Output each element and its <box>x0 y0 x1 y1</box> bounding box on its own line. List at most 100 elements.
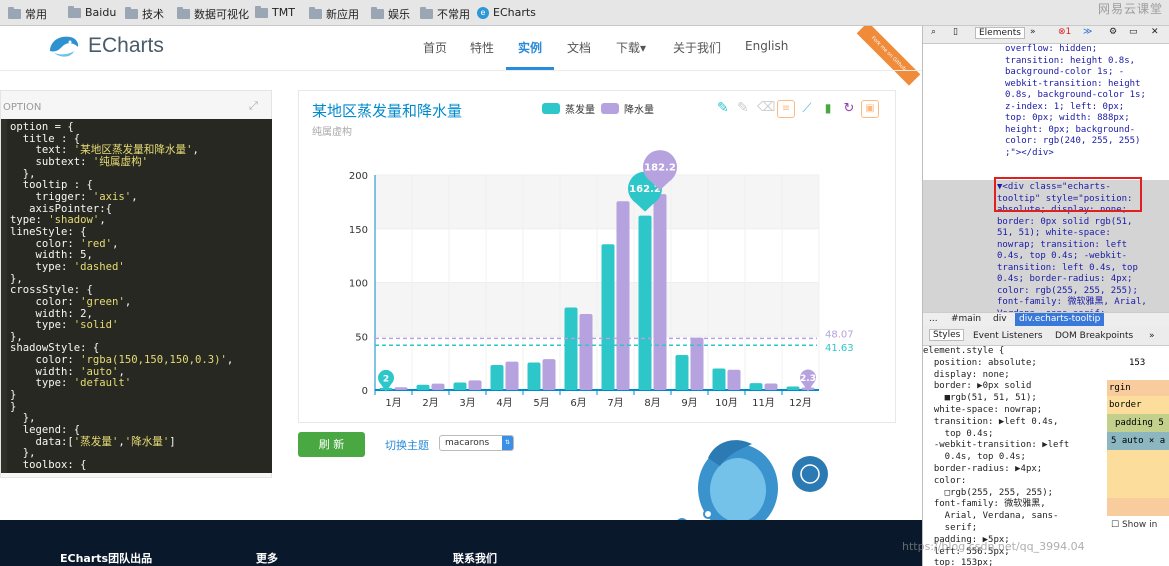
bar-chart-icon[interactable]: ▮ <box>819 100 837 118</box>
echarts-favicon: e <box>477 6 489 19</box>
bar-evaporation[interactable] <box>453 382 467 390</box>
bar-evaporation[interactable] <box>416 384 430 390</box>
bar-evaporation[interactable] <box>564 307 578 390</box>
bar-evaporation[interactable] <box>675 354 689 390</box>
console-drawer-icon[interactable]: ≫ <box>1083 27 1092 37</box>
error-count-badge[interactable]: ⊗1 <box>1058 27 1071 37</box>
nav-item[interactable]: 下载▾ <box>616 39 646 56</box>
bar-evaporation[interactable] <box>601 244 615 390</box>
dock-side-icon[interactable]: ▭ <box>1129 27 1138 37</box>
chart-title: 某地区蒸发量和降水量 <box>312 102 463 120</box>
breadcrumb-item[interactable]: ... <box>929 313 938 326</box>
bar-precipitation[interactable] <box>727 369 741 390</box>
restore-icon[interactable]: ↻ <box>840 100 858 118</box>
legend-item-evaporation[interactable]: 蒸发量 <box>542 101 595 116</box>
mark-point-label[interactable]: 2 <box>383 374 389 384</box>
x-tick-label: 10月 <box>715 397 738 409</box>
theme-select[interactable]: macarons ⇅ <box>439 435 514 451</box>
legend-item-precipitation[interactable]: 降水量 <box>601 101 654 116</box>
x-tick-label: 2月 <box>422 397 438 409</box>
bar-precipitation[interactable] <box>431 383 445 390</box>
bookmark-link[interactable]: e ECharts <box>477 6 536 19</box>
breadcrumb-item[interactable]: div <box>993 313 1007 326</box>
theme-select-value: macarons <box>445 438 490 448</box>
legend-swatch <box>542 103 560 114</box>
mark-clear-icon[interactable]: ⌫ <box>757 100 775 118</box>
nav-item[interactable]: 关于我们 <box>673 39 721 56</box>
dom-tree[interactable]: overflow: hidden; transition: height 0.8… <box>923 44 1169 330</box>
legend-label: 降水量 <box>624 105 654 116</box>
inspect-search-icon[interactable]: ⌕ <box>931 27 936 37</box>
nav-item[interactable]: 首页 <box>423 39 447 56</box>
mark-undo-icon[interactable]: ✎ <box>737 100 754 118</box>
fork-ribbon[interactable]: Fork me on Github <box>856 26 921 86</box>
nav-item[interactable]: 实例 <box>518 39 542 56</box>
bar-evaporation[interactable] <box>490 365 504 390</box>
styles-pane[interactable]: element.style { position: absolute; disp… <box>923 346 1107 566</box>
bar-precipitation[interactable] <box>616 201 630 390</box>
breadcrumb: ... #main div div.echarts-tooltip <box>923 312 1169 326</box>
bookmark-folder[interactable]: 技术 <box>125 6 164 22</box>
theme-label: 切换主题 <box>385 439 429 452</box>
save-image-icon[interactable]: ▣ <box>861 100 879 118</box>
box-model-border: border <box>1107 396 1169 414</box>
bookmark-folder[interactable]: 娱乐 <box>371 6 410 22</box>
logo-text[interactable]: ECharts <box>88 34 164 58</box>
echarts-logo-icon[interactable] <box>48 33 80 59</box>
breadcrumb-selected[interactable]: div.echarts-tooltip <box>1015 313 1105 326</box>
bookmark-folder[interactable]: Baidu <box>68 5 116 19</box>
bar-precipitation[interactable] <box>653 194 667 390</box>
bar-chart[interactable]: 0 50 100 150 200 1月 2月 3月 4月 5月 6月 7月 8月 9月 10月 11月 12月 4… <box>299 91 897 424</box>
bookmark-folder[interactable]: 常用 <box>8 6 47 22</box>
bar-evaporation[interactable] <box>712 368 726 391</box>
bookmark-label: ECharts <box>493 6 536 19</box>
code-text[interactable]: option = { title : { text: '某地区蒸发量和降水量',… <box>10 121 233 472</box>
close-icon[interactable]: ✕ <box>1151 27 1159 37</box>
more-tabs-button[interactable]: » <box>1149 331 1155 341</box>
tab-styles[interactable]: Styles <box>929 329 965 341</box>
more-tabs-button[interactable]: » <box>1030 27 1036 37</box>
folder-icon <box>255 5 268 18</box>
bar-evaporation[interactable] <box>786 386 800 390</box>
nav-item[interactable]: 文档 <box>567 39 591 56</box>
bar-precipitation[interactable] <box>468 380 482 390</box>
device-mode-icon[interactable]: ▯ <box>953 27 958 37</box>
bookmark-folder[interactable]: TMT <box>255 5 295 19</box>
tab-dom-breakpoints[interactable]: DOM Breakpoints <box>1055 331 1133 341</box>
nav-item[interactable]: English <box>745 39 788 53</box>
bookmark-folder[interactable]: 新应用 <box>309 6 359 22</box>
nav-item[interactable]: 特性 <box>470 39 494 56</box>
x-tick-label: 11月 <box>752 397 775 409</box>
breadcrumb-item[interactable]: #main <box>951 313 981 326</box>
gear-icon[interactable]: ⚙ <box>1109 27 1117 37</box>
bar-evaporation[interactable] <box>749 383 763 390</box>
expand-icon[interactable]: ⤢ <box>249 99 258 113</box>
data-view-icon[interactable]: ≡ <box>777 100 795 118</box>
bar-precipitation[interactable] <box>394 387 408 390</box>
code-editor[interactable]: option = { title : { text: '某地区蒸发量和降水量',… <box>1 119 272 473</box>
mark-point-label[interactable]: 182.2 <box>644 163 676 174</box>
highlight-box <box>994 177 1142 212</box>
bookmark-folder[interactable]: 不常用 <box>420 6 470 22</box>
tab-event-listeners[interactable]: Event Listeners <box>973 331 1043 341</box>
mark-point-label[interactable]: 2.3 <box>800 374 816 384</box>
refresh-button[interactable]: 刷 新 <box>298 432 365 457</box>
bar-precipitation[interactable] <box>505 361 519 390</box>
bar-evaporation[interactable] <box>527 362 541 390</box>
bookmarks-bar: 常用 Baidu 技术 数据可视化 TMT 新应用 娱乐 不常用 e ECharts <box>0 0 1169 26</box>
mark-pen-icon[interactable]: ✎ <box>717 100 734 118</box>
folder-icon <box>309 7 322 19</box>
tab-elements[interactable]: Elements <box>975 27 1025 39</box>
bar-precipitation[interactable] <box>579 313 593 390</box>
bar-evaporation[interactable] <box>638 215 652 390</box>
folder-icon <box>8 7 21 19</box>
footer-more[interactable]: 更多 <box>256 550 278 566</box>
bar-precipitation[interactable] <box>542 359 556 390</box>
bookmark-label: 技术 <box>142 8 164 21</box>
bookmark-folder[interactable]: 数据可视化 <box>177 6 249 22</box>
footer-contact[interactable]: 联系我们 <box>453 550 497 566</box>
bar-precipitation[interactable] <box>764 383 778 390</box>
x-tick-label: 3月 <box>459 397 475 409</box>
show-inherited-checkbox[interactable]: ☐ Show in <box>1111 520 1157 530</box>
line-chart-icon[interactable]: ⟋ <box>798 100 816 118</box>
